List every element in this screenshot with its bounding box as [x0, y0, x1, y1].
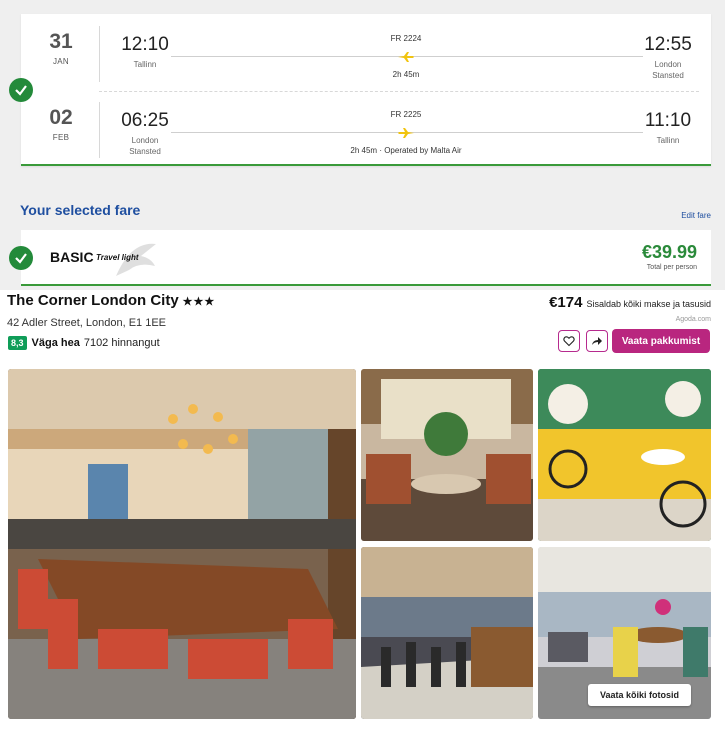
view-deal-button[interactable]: Vaata pakkumist [612, 329, 710, 353]
inbound-arrival: 11:10 Tallinn [633, 110, 703, 146]
outbound-arrival-time: 12:55 [644, 34, 692, 55]
hotel-photo-main[interactable] [8, 369, 356, 719]
leg-divider [99, 91, 699, 92]
divider [99, 102, 100, 158]
share-arrow-icon [592, 337, 602, 345]
view-all-photos-button[interactable]: Vaata kõiki fotosid [587, 684, 691, 706]
inbound-departure-time: 06:25 [121, 110, 169, 131]
fare-card: BASIC Travel light €39.99 Total per pers… [21, 230, 711, 286]
edit-fare-link[interactable]: Edit fare [681, 211, 711, 220]
fare-price: €39.99 [641, 242, 697, 262]
fare-price-note: Total per person [646, 264, 697, 271]
outbound-date: 31 JAN [35, 30, 87, 66]
outbound-flight-number: FR 2224 [390, 34, 422, 43]
hotel-price: €174 Sisaldab kõiki makse ja tasusid [549, 294, 711, 311]
rating-label: Väga hea [31, 337, 80, 349]
hotel-name[interactable]: The Corner London City ★★★ [7, 292, 215, 309]
hotel-price-note: Sisaldab kõiki makse ja tasusid [586, 299, 711, 309]
check-icon [9, 246, 33, 270]
check-icon [9, 78, 33, 102]
hotel-name-text: The Corner London City [7, 292, 179, 309]
fare-name: BASIC [50, 249, 94, 265]
score-badge: 8,3 [8, 336, 27, 350]
inbound-leg: 02 FEB 06:25 London Stansted FR 2225 2h 4… [21, 96, 711, 166]
outbound-leg: 31 JAN 12:10 Tallinn FR 2224 2h 45m 12:5… [21, 20, 711, 90]
fare-subtitle: Travel light [96, 253, 139, 262]
hotel-photo-washroom[interactable] [538, 369, 711, 541]
hotel-photo-dining[interactable]: Vaata kõiki fotosid [538, 547, 711, 719]
inbound-month: FEB [52, 133, 70, 142]
divider [99, 26, 100, 82]
outbound-day: 31 [49, 30, 73, 53]
hotel-address: 42 Adler Street, London, E1 1EE [7, 317, 167, 329]
arrival-airport-line: Stansted [652, 71, 684, 80]
hotel-price-amount: €174 [549, 294, 583, 311]
inbound-day: 02 [49, 106, 73, 129]
hotel-photo-bar[interactable] [361, 547, 533, 719]
arrival-city-line: London [654, 60, 682, 69]
outbound-departure: 12:10 Tallinn [113, 34, 177, 70]
plane-icon [397, 50, 415, 62]
outbound-departure-city: Tallinn [133, 60, 157, 69]
inbound-departure-city: London Stansted [113, 135, 177, 157]
review-count: 7102 hinnangut [83, 337, 160, 349]
inbound-date: 02 FEB [35, 106, 87, 142]
outbound-arrival: 12:55 London Stansted [633, 34, 703, 81]
plane-icon [397, 126, 415, 138]
favorite-button[interactable] [558, 330, 580, 352]
inbound-departure: 06:25 London Stansted [113, 110, 177, 157]
share-button[interactable] [586, 330, 608, 352]
flight-card: 31 JAN 12:10 Tallinn FR 2224 2h 45m 12:5… [21, 14, 711, 166]
inbound-flight-number: FR 2225 [390, 110, 422, 119]
inbound-arrival-time: 11:10 [644, 110, 692, 131]
departure-city-line: London [131, 136, 159, 145]
inbound-duration: 2h 45m · Operated by Malta Air [350, 146, 462, 155]
price-source: Agoda.com [675, 316, 711, 323]
star-rating: ★★★ [182, 296, 216, 308]
outbound-departure-time: 12:10 [121, 34, 169, 55]
outbound-arrival-city: London Stansted [633, 59, 703, 81]
hotel-photo-lounge[interactable] [361, 369, 533, 541]
departure-airport-line: Stansted [129, 147, 161, 156]
heart-icon [563, 336, 575, 347]
outbound-month: JAN [52, 57, 69, 66]
outbound-duration: 2h 45m [392, 70, 420, 79]
inbound-arrival-city: Tallinn [656, 136, 680, 145]
selected-fare-title: Your selected fare [20, 202, 141, 218]
hotel-rating: 8,3 Väga hea 7102 hinnangut [8, 336, 160, 350]
